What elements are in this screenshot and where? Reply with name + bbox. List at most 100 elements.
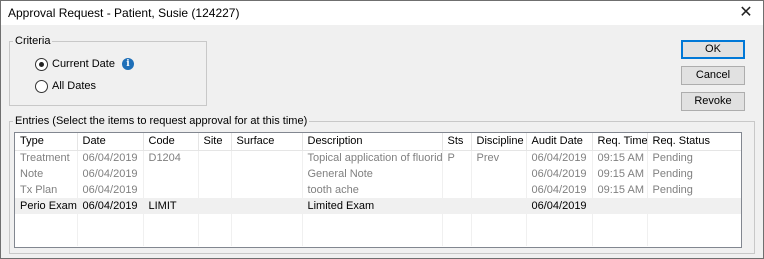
table-cell xyxy=(647,214,741,230)
table-cell xyxy=(231,182,303,198)
table-row[interactable]: Note 06/04/2019 General Note 06/04/2019 09:1… xyxy=(15,166,741,182)
table-cell xyxy=(442,198,472,214)
col-code[interactable]: Code xyxy=(143,133,199,151)
table-cell xyxy=(471,214,527,230)
table-row[interactable]: Treatment 06/04/2019 D1204 Topical applicat… xyxy=(15,150,741,166)
table-cell xyxy=(442,182,472,198)
table-cell xyxy=(143,230,199,246)
approval-request-dialog: Approval Request - Patient, Susie (12422… xyxy=(0,0,764,259)
table-cell xyxy=(231,214,303,230)
table-cell: Note xyxy=(15,166,78,182)
table-cell: Pending xyxy=(647,166,741,182)
table-row[interactable]: Perio Exam 06/04/2019 LIMIT Limited Exam 06/… xyxy=(15,198,741,214)
table-cell xyxy=(77,214,144,230)
table-cell: 06/04/2019 xyxy=(77,182,144,198)
cancel-button[interactable]: Cancel xyxy=(681,66,745,85)
radio-all-dates-indicator[interactable] xyxy=(35,79,48,93)
entries-grid[interactable]: Type Date Code Site Surface Description … xyxy=(14,132,742,248)
table-cell xyxy=(198,150,232,166)
col-date[interactable]: Date xyxy=(77,133,144,151)
table-cell: 06/04/2019 xyxy=(77,166,144,182)
table-cell: 06/04/2019 xyxy=(526,166,593,182)
col-sts[interactable]: Sts xyxy=(442,133,472,151)
table-cell xyxy=(143,182,199,198)
radio-current-date-label: Current Date xyxy=(52,58,115,70)
ok-button[interactable]: OK xyxy=(681,40,745,59)
table-cell xyxy=(231,150,303,166)
table-cell: tooth ache xyxy=(302,182,443,198)
table-cell xyxy=(592,214,648,230)
table-cell xyxy=(198,214,232,230)
table-cell xyxy=(198,230,232,246)
table-cell: Pending xyxy=(647,182,741,198)
col-audit-date[interactable]: Audit Date xyxy=(526,133,593,151)
table-cell: Limited Exam xyxy=(302,198,443,214)
table-cell xyxy=(471,182,527,198)
header-row: Type Date Code Site Surface Description … xyxy=(15,133,741,151)
criteria-legend: Criteria xyxy=(13,35,53,47)
table-cell: Prev xyxy=(471,150,527,166)
table-cell: P xyxy=(442,150,472,166)
table-cell xyxy=(302,230,443,246)
table-cell: 06/04/2019 xyxy=(77,198,144,214)
table-cell xyxy=(647,230,741,246)
col-req-time[interactable]: Req. Time xyxy=(592,133,648,151)
table-cell: 06/04/2019 xyxy=(526,182,593,198)
col-surface[interactable]: Surface xyxy=(231,133,303,151)
entries-table: Type Date Code Site Surface Description … xyxy=(15,133,741,246)
table-cell: 09:15 AM xyxy=(592,182,648,198)
table-cell xyxy=(592,230,648,246)
table-cell: General Note xyxy=(302,166,443,182)
radio-all-dates[interactable]: All Dates xyxy=(35,79,96,93)
table-cell: LIMIT xyxy=(143,198,199,214)
table-cell xyxy=(198,198,232,214)
table-cell xyxy=(302,214,443,230)
entries-body: Treatment 06/04/2019 D1204 Topical applicat… xyxy=(15,150,741,246)
table-cell xyxy=(471,166,527,182)
col-req-status[interactable]: Req. Status xyxy=(647,133,741,151)
title-bar: Approval Request - Patient, Susie (12422… xyxy=(1,1,763,25)
revoke-button[interactable]: Revoke xyxy=(681,92,745,111)
col-site[interactable]: Site xyxy=(198,133,232,151)
table-cell xyxy=(143,214,199,230)
table-cell: 06/04/2019 xyxy=(77,150,144,166)
table-row[interactable] xyxy=(15,214,741,230)
col-discipline[interactable]: Discipline xyxy=(471,133,527,151)
table-cell xyxy=(231,230,303,246)
window-title: Approval Request - Patient, Susie (12422… xyxy=(8,6,240,20)
table-cell xyxy=(15,230,78,246)
table-cell: 06/04/2019 xyxy=(526,150,593,166)
radio-current-date[interactable]: Current Date xyxy=(35,57,115,71)
entries-legend: Entries (Select the items to request app… xyxy=(13,115,310,127)
table-cell xyxy=(198,166,232,182)
criteria-group xyxy=(9,41,207,106)
table-cell: Treatment xyxy=(15,150,78,166)
table-cell xyxy=(198,182,232,198)
radio-current-date-indicator[interactable] xyxy=(35,57,48,71)
table-cell xyxy=(526,230,593,246)
info-icon[interactable]: i xyxy=(122,58,134,70)
table-cell xyxy=(471,230,527,246)
table-cell: Pending xyxy=(647,150,741,166)
table-cell xyxy=(592,198,648,214)
col-description[interactable]: Description xyxy=(302,133,443,151)
col-type[interactable]: Type xyxy=(15,133,78,151)
table-cell: 09:15 AM xyxy=(592,150,648,166)
table-cell xyxy=(442,230,472,246)
table-row[interactable] xyxy=(15,230,741,246)
table-cell: Perio Exam xyxy=(15,198,78,214)
table-cell: D1204 xyxy=(143,150,199,166)
table-cell xyxy=(526,214,593,230)
close-icon[interactable]: ✕ xyxy=(729,1,763,25)
table-cell xyxy=(647,198,741,214)
table-cell: Tx Plan xyxy=(15,182,78,198)
table-cell xyxy=(231,166,303,182)
table-cell: Topical application of fluoride - xyxy=(302,150,443,166)
table-cell xyxy=(442,166,472,182)
radio-all-dates-label: All Dates xyxy=(52,80,97,92)
table-cell: 06/04/2019 xyxy=(526,198,593,214)
table-cell xyxy=(77,230,144,246)
table-cell: 09:15 AM xyxy=(592,166,648,182)
table-cell xyxy=(143,166,199,182)
table-row[interactable]: Tx Plan 06/04/2019 tooth ache 06/04/2019 09:… xyxy=(15,182,741,198)
